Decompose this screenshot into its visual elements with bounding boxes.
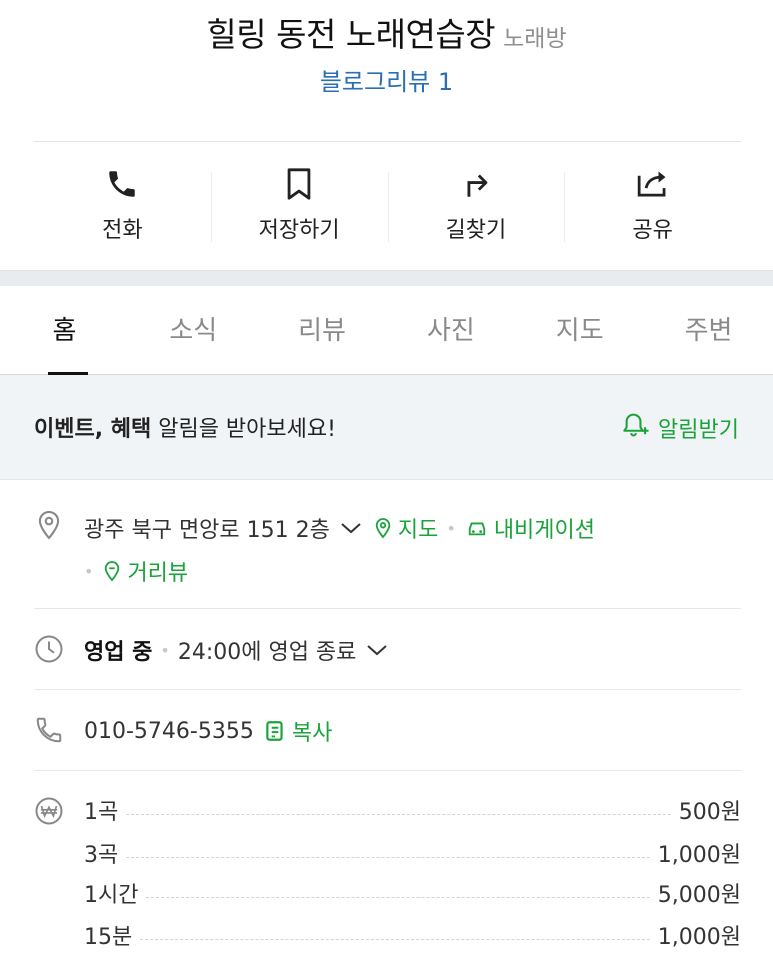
address-line-2: • 거리뷰 <box>84 555 188 587</box>
directions-icon <box>458 166 494 202</box>
tab-map[interactable]: 지도 <box>515 286 644 374</box>
banner-text: 이벤트, 혜택 알림을 받아보세요! <box>34 411 336 443</box>
map-pin-icon <box>374 517 392 539</box>
street-view-link[interactable]: 거리뷰 <box>127 555 188 587</box>
navigation-link[interactable]: 내비게이션 <box>494 512 595 544</box>
phone-outline-icon <box>34 715 64 745</box>
address-row: 광주 북구 면앙로 151 2층 지도 • 내비게이션 • 거리뷰 <box>34 506 741 606</box>
price-item: 1곡 500원 <box>84 794 741 826</box>
blog-review-link[interactable]: 블로그리뷰 1 <box>0 62 773 97</box>
street-view-pin-icon <box>103 560 121 582</box>
row-divider <box>34 689 741 690</box>
phone-row: 010-5746-5355 복사 <box>34 711 741 751</box>
copy-icon <box>264 719 286 743</box>
price-value: 1,000원 <box>657 843 741 868</box>
share-label: 공유 <box>632 218 673 243</box>
chevron-down-icon[interactable] <box>366 643 388 657</box>
title-row: 힐링 동전 노래연습장 노래방 <box>0 8 773 56</box>
car-icon <box>466 518 488 538</box>
map-link[interactable]: 지도 <box>398 512 438 544</box>
call-label: 전화 <box>102 218 143 243</box>
share-icon <box>635 166 671 202</box>
call-button[interactable]: 전화 <box>34 142 211 270</box>
tab-home[interactable]: 홈 <box>0 286 129 375</box>
directions-button[interactable]: 길찾기 <box>387 142 565 270</box>
share-button[interactable]: 공유 <box>564 142 741 270</box>
action-bar: 전화 저장하기 길찾기 공유 <box>34 142 741 270</box>
banner-plain-text: 알림을 받아보세요! <box>151 417 336 442</box>
price-label: 1시간 <box>84 883 139 908</box>
price-label: 1곡 <box>84 800 119 825</box>
location-pin-icon <box>34 510 64 540</box>
place-header: 힐링 동전 노래연습장 노래방 블로그리뷰 1 <box>0 0 773 141</box>
chevron-down-icon[interactable] <box>340 521 362 535</box>
tab-news[interactable]: 소식 <box>129 286 258 374</box>
price-label: 3곡 <box>84 843 119 868</box>
tab-nearby[interactable]: 주변 <box>644 286 773 374</box>
tab-reviews[interactable]: 리뷰 <box>258 286 387 374</box>
price-value: 1,000원 <box>657 925 741 950</box>
separator-dot: • <box>84 561 94 581</box>
price-item: 1시간 5,000원 <box>84 877 741 909</box>
won-icon <box>34 796 64 826</box>
save-button[interactable]: 저장하기 <box>210 142 388 270</box>
address-text: 광주 북구 면앙로 151 2층 <box>84 518 330 543</box>
phone-number[interactable]: 010-5746-5355 <box>84 719 254 744</box>
phone-text: 010-5746-5355 복사 <box>84 715 332 747</box>
phone-icon <box>104 166 140 202</box>
event-banner: 이벤트, 혜택 알림을 받아보세요! 알림받기 <box>0 375 773 480</box>
section-gap <box>0 270 773 286</box>
place-category: 노래방 <box>503 26 567 52</box>
row-divider <box>34 608 741 609</box>
price-label: 15분 <box>84 925 133 950</box>
dotted-leader <box>126 856 650 858</box>
address-line: 광주 북구 면앙로 151 2층 지도 • 내비게이션 <box>84 512 595 544</box>
banner-bold-text: 이벤트, 혜택 <box>34 417 152 442</box>
separator-dot: • <box>160 640 170 660</box>
price-item: 3곡 1,000원 <box>84 837 741 869</box>
hours-row[interactable]: 영업 중 • 24:00에 영업 종료 <box>34 630 741 670</box>
alarm-subscribe-label: 알림받기 <box>658 418 739 443</box>
hours-text: 영업 중 • 24:00에 영업 종료 <box>84 634 394 666</box>
row-divider <box>34 770 741 771</box>
dotted-leader <box>140 938 650 940</box>
bookmark-icon <box>281 166 317 202</box>
place-title: 힐링 동전 노래연습장 <box>206 15 496 54</box>
price-value: 5,000원 <box>657 883 741 908</box>
separator-dot: • <box>446 518 456 538</box>
price-value: 500원 <box>678 800 741 825</box>
closing-time: 24:00에 영업 종료 <box>177 640 357 665</box>
save-label: 저장하기 <box>258 218 340 243</box>
clock-icon <box>34 634 64 664</box>
tab-bar: 홈 소식 리뷰 사진 지도 주변 <box>0 286 773 375</box>
price-item: 15분 1,000원 <box>84 919 741 951</box>
tab-photos[interactable]: 사진 <box>386 286 515 374</box>
directions-label: 길찾기 <box>445 218 507 243</box>
price-list: 1곡 500원 3곡 1,000원 1시간 5,000원 15분 1,000원 <box>34 790 741 962</box>
dotted-leader <box>126 813 671 815</box>
alarm-subscribe-button[interactable]: 알림받기 <box>622 411 739 445</box>
dotted-leader <box>146 896 650 898</box>
copy-button[interactable]: 복사 <box>292 715 332 747</box>
bell-plus-icon <box>622 411 652 445</box>
open-status: 영업 중 <box>84 640 153 665</box>
